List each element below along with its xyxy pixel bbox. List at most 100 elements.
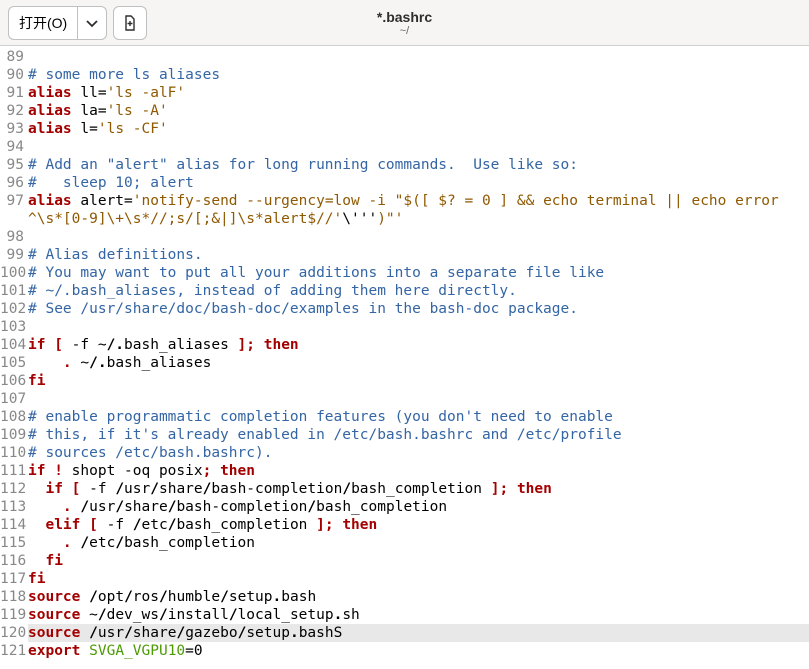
line-content[interactable]: fi: [28, 372, 809, 390]
code-line[interactable]: 103: [0, 318, 809, 336]
line-content[interactable]: . ~/.bash_aliases: [28, 354, 809, 372]
line-content[interactable]: alias l='ls -CF': [28, 120, 809, 138]
code-line[interactable]: 112 if [ -f /usr/share/bash-completion/b…: [0, 480, 809, 498]
line-number: 92: [0, 102, 28, 120]
line-content[interactable]: . /etc/bash_completion: [28, 534, 809, 552]
code-line[interactable]: 98: [0, 228, 809, 246]
line-content[interactable]: # sleep 10; alert: [28, 174, 809, 192]
line-number: 121: [0, 642, 28, 660]
line-content[interactable]: [28, 48, 809, 66]
line-number: 106: [0, 372, 28, 390]
line-number: 107: [0, 390, 28, 408]
code-line[interactable]: 100# You may want to put all your additi…: [0, 264, 809, 282]
code-line[interactable]: 106fi: [0, 372, 809, 390]
line-number: 118: [0, 588, 28, 606]
editor-area[interactable]: 8990# some more ls aliases91alias ll='ls…: [0, 46, 809, 660]
line-content[interactable]: # Add an "alert" alias for long running …: [28, 156, 809, 174]
line-number: 114: [0, 516, 28, 534]
code-line[interactable]: 107: [0, 390, 809, 408]
line-content[interactable]: fi: [28, 552, 809, 570]
line-content[interactable]: source /usr/share/gazebo/setup.bashS: [28, 624, 809, 642]
code-line[interactable]: 118source /opt/ros/humble/setup.bash: [0, 588, 809, 606]
line-number: 120: [0, 624, 28, 642]
line-number: 117: [0, 570, 28, 588]
line-number: 113: [0, 498, 28, 516]
new-tab-button[interactable]: [113, 6, 147, 40]
line-number: 91: [0, 84, 28, 102]
line-content[interactable]: # See /usr/share/doc/bash-doc/examples i…: [28, 300, 809, 318]
code-line[interactable]: 119source ~/dev_ws/install/local_setup.s…: [0, 606, 809, 624]
code-line[interactable]: 109# this, if it's already enabled in /e…: [0, 426, 809, 444]
open-button[interactable]: 打开(O): [8, 6, 77, 40]
line-number: [0, 210, 28, 228]
code-line[interactable]: 95# Add an "alert" alias for long runnin…: [0, 156, 809, 174]
code-line[interactable]: 121export SVGA_VGPU10=0: [0, 642, 809, 660]
line-number: 96: [0, 174, 28, 192]
line-number: 104: [0, 336, 28, 354]
line-number: 111: [0, 462, 28, 480]
code-line[interactable]: 90# some more ls aliases: [0, 66, 809, 84]
code-line[interactable]: 116 fi: [0, 552, 809, 570]
new-document-icon: [122, 15, 138, 31]
code-line[interactable]: 117fi: [0, 570, 809, 588]
code-line[interactable]: 102# See /usr/share/doc/bash-doc/example…: [0, 300, 809, 318]
line-number: 109: [0, 426, 28, 444]
line-content[interactable]: alias ll='ls -alF': [28, 84, 809, 102]
line-content[interactable]: # ~/.bash_aliases, instead of adding the…: [28, 282, 809, 300]
header-bar: 打开(O) *.bashrc ~/: [0, 0, 809, 46]
line-content[interactable]: source ~/dev_ws/install/local_setup.sh: [28, 606, 809, 624]
line-number: 103: [0, 318, 28, 336]
code-line[interactable]: 91alias ll='ls -alF': [0, 84, 809, 102]
code-line[interactable]: 93alias l='ls -CF': [0, 120, 809, 138]
code-line[interactable]: 113 . /usr/share/bash-completion/bash_co…: [0, 498, 809, 516]
code-line[interactable]: 105 . ~/.bash_aliases: [0, 354, 809, 372]
code-line[interactable]: 110# sources /etc/bash.bashrc).: [0, 444, 809, 462]
code-line[interactable]: ^\s*[0-9]\+\s*//;s/[;&|]\s*alert$//'\'''…: [0, 210, 809, 228]
code-line[interactable]: 120source /usr/share/gazebo/setup.bashS: [0, 624, 809, 642]
line-content[interactable]: # You may want to put all your additions…: [28, 264, 809, 282]
line-content[interactable]: fi: [28, 570, 809, 588]
line-content[interactable]: ^\s*[0-9]\+\s*//;s/[;&|]\s*alert$//'\'''…: [28, 210, 809, 228]
code-line[interactable]: 104if [ -f ~/.bash_aliases ]; then: [0, 336, 809, 354]
line-number: 112: [0, 480, 28, 498]
line-content[interactable]: alias alert='notify-send --urgency=low -…: [28, 192, 809, 210]
line-content[interactable]: alias la='ls -A': [28, 102, 809, 120]
line-content[interactable]: # sources /etc/bash.bashrc).: [28, 444, 809, 462]
code-line[interactable]: 111if ! shopt -oq posix; then: [0, 462, 809, 480]
open-button-label: 打开(O): [19, 13, 67, 33]
line-content[interactable]: # some more ls aliases: [28, 66, 809, 84]
line-content[interactable]: elif [ -f /etc/bash_completion ]; then: [28, 516, 809, 534]
line-content[interactable]: # this, if it's already enabled in /etc/…: [28, 426, 809, 444]
open-dropdown-button[interactable]: [77, 6, 107, 40]
code-line[interactable]: 101# ~/.bash_aliases, instead of adding …: [0, 282, 809, 300]
code-line[interactable]: 96# sleep 10; alert: [0, 174, 809, 192]
code-line[interactable]: 92alias la='ls -A': [0, 102, 809, 120]
line-content[interactable]: # Alias definitions.: [28, 246, 809, 264]
line-number: 94: [0, 138, 28, 156]
code-line[interactable]: 115 . /etc/bash_completion: [0, 534, 809, 552]
line-content[interactable]: [28, 390, 809, 408]
line-content[interactable]: # enable programmatic completion feature…: [28, 408, 809, 426]
code-line[interactable]: 114 elif [ -f /etc/bash_completion ]; th…: [0, 516, 809, 534]
line-content[interactable]: if ! shopt -oq posix; then: [28, 462, 809, 480]
line-content[interactable]: [28, 318, 809, 336]
code-line[interactable]: 97alias alert='notify-send --urgency=low…: [0, 192, 809, 210]
line-number: 102: [0, 300, 28, 318]
line-content[interactable]: [28, 138, 809, 156]
line-number: 116: [0, 552, 28, 570]
line-number: 95: [0, 156, 28, 174]
line-content[interactable]: if [ -f /usr/share/bash-completion/bash_…: [28, 480, 809, 498]
chevron-down-icon: [84, 15, 100, 31]
line-content[interactable]: . /usr/share/bash-completion/bash_comple…: [28, 498, 809, 516]
line-number: 108: [0, 408, 28, 426]
code-line[interactable]: 99# Alias definitions.: [0, 246, 809, 264]
line-content[interactable]: if [ -f ~/.bash_aliases ]; then: [28, 336, 809, 354]
line-content[interactable]: export SVGA_VGPU10=0: [28, 642, 809, 660]
line-number: 101: [0, 282, 28, 300]
code-line[interactable]: 94: [0, 138, 809, 156]
title-area: *.bashrc ~/: [377, 9, 432, 37]
line-content[interactable]: [28, 228, 809, 246]
code-line[interactable]: 89: [0, 48, 809, 66]
code-line[interactable]: 108# enable programmatic completion feat…: [0, 408, 809, 426]
line-content[interactable]: source /opt/ros/humble/setup.bash: [28, 588, 809, 606]
